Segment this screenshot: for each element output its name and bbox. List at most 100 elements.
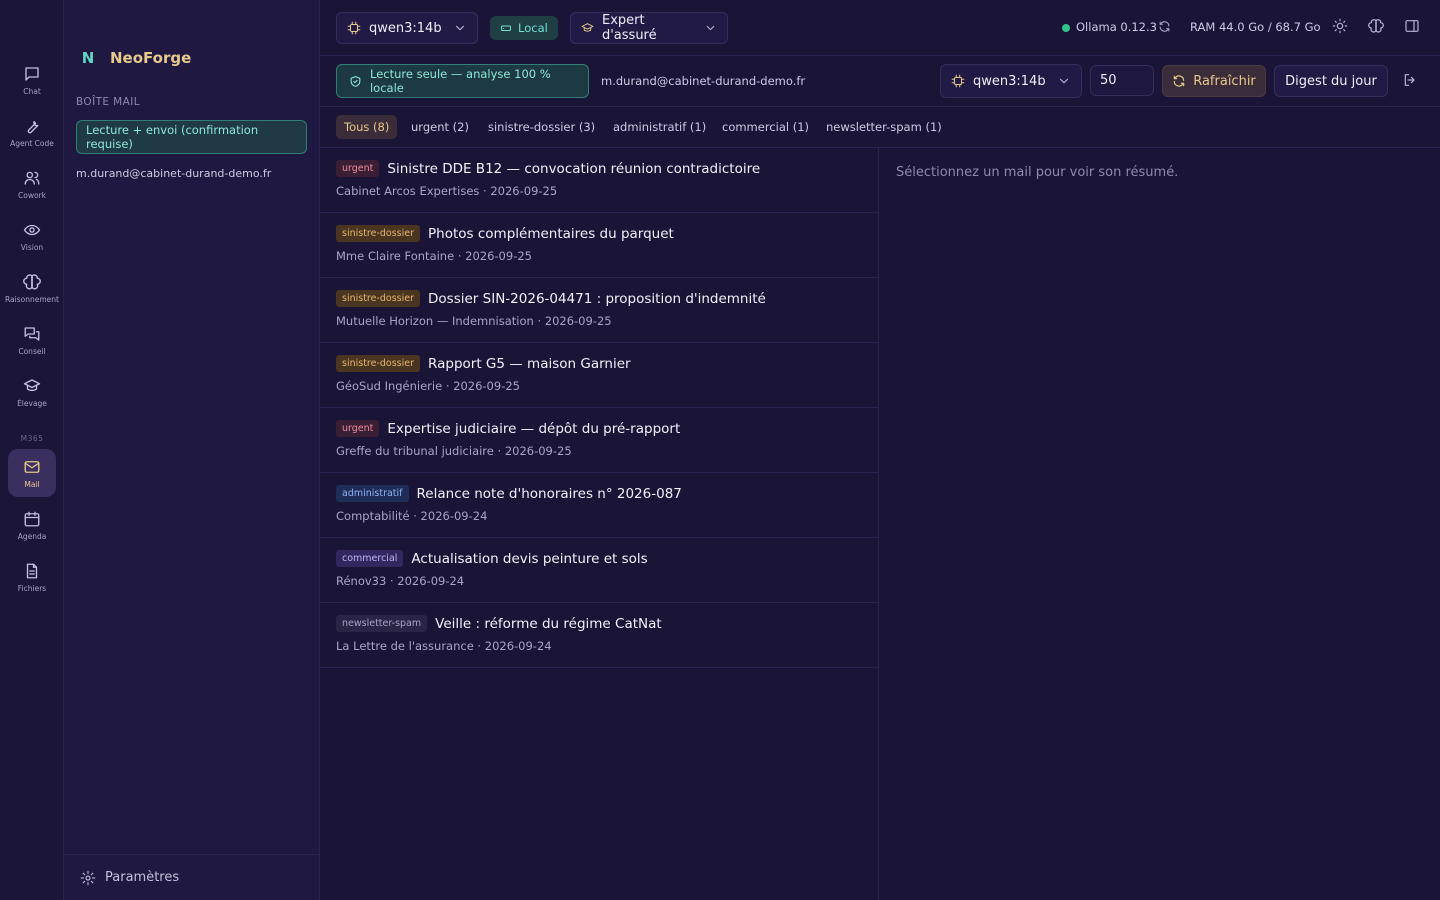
brain-icon: [1368, 19, 1384, 33]
readonly-badge: Lecture seule — analyse 100 % locale: [336, 64, 589, 98]
digest-model-select[interactable]: qwen3:14b: [940, 64, 1082, 98]
filter-tab-commercial[interactable]: commercial (1): [714, 115, 817, 139]
mail-subject: Photos complémentaires du parquet: [428, 225, 674, 242]
rail-item-conseil[interactable]: Conseil: [8, 316, 56, 364]
app-rail: Chat Agent Code Cowork Vision Raisonneme…: [0, 0, 64, 900]
sidebar-account-email[interactable]: m.durand@cabinet-durand-demo.fr: [76, 167, 271, 180]
mail-row[interactable]: commercial Actualisation devis peinture …: [320, 538, 879, 603]
digest-button[interactable]: Digest du jour: [1274, 65, 1388, 97]
mail-count-input[interactable]: [1090, 65, 1154, 96]
mail-icon: [24, 460, 40, 473]
filter-tab-all[interactable]: Tous (8): [336, 115, 398, 139]
mail-row[interactable]: administratif Relance note d'honoraires …: [320, 473, 879, 538]
rail-item-fichiers[interactable]: Fichiers: [8, 553, 56, 601]
mail-row[interactable]: urgent Expertise judiciaire — dépôt du p…: [320, 408, 879, 473]
mail-row[interactable]: sinistre-dossier Rapport G5 — maison Gar…: [320, 343, 879, 408]
graduation-cap-icon: [581, 23, 594, 32]
filter-tabs: Tous (8) urgent (2) sinistre-dossier (3)…: [320, 107, 1440, 148]
sun-icon: [1332, 18, 1348, 34]
mail-preview: Sélectionnez un mail pour voir son résum…: [880, 148, 1440, 900]
rail-item-vision[interactable]: Vision: [8, 212, 56, 260]
ollama-version: Ollama 0.12.3: [1076, 20, 1157, 34]
mail-tag: sinistre-dossier: [336, 290, 421, 307]
mail-tag: urgent: [336, 160, 380, 177]
main-panel: qwen3:14b Local Expert d'assuré Ollama 0…: [320, 0, 1440, 900]
preview-empty-text: Sélectionnez un mail pour voir son résum…: [896, 165, 1179, 180]
rail-item-agent-code[interactable]: Agent Code: [8, 108, 56, 156]
chip-icon: [951, 74, 965, 88]
mail-tag: sinistre-dossier: [336, 355, 421, 372]
logout-icon: [1404, 74, 1415, 86]
mail-tag: newsletter-spam: [336, 615, 428, 632]
mail-row[interactable]: newsletter-spam Veille : réforme du régi…: [320, 603, 879, 668]
filter-tab-urgent[interactable]: urgent (2): [403, 115, 477, 139]
digest-model-value: qwen3:14b: [973, 73, 1046, 89]
mailbox-mode-option[interactable]: Lecture + envoi (confirmation requise): [76, 120, 307, 154]
topbar: qwen3:14b Local Expert d'assuré Ollama 0…: [320, 0, 1440, 56]
mail-subject: Veille : réforme du régime CatNat: [435, 615, 662, 632]
brain-icon: [23, 273, 41, 289]
local-badge: Local: [490, 16, 558, 40]
filter-tab-sinistre-dossier[interactable]: sinistre-dossier (3): [480, 115, 603, 139]
panel-toggle-button[interactable]: [1404, 18, 1424, 38]
mail-row[interactable]: sinistre-dossier Photos complémentaires …: [320, 213, 879, 278]
rail-item-label: Cowork: [18, 190, 46, 200]
rail-item-elevage[interactable]: Élevage: [8, 368, 56, 416]
logout-button[interactable]: [1402, 72, 1418, 88]
mail-list: urgent Sinistre DDE B12 — convocation ré…: [320, 148, 879, 900]
mail-subject: Actualisation devis peinture et sols: [411, 550, 648, 567]
mail-meta: Cabinet Arcos Expertises · 2026-09-25: [336, 184, 558, 198]
model-select[interactable]: qwen3:14b: [336, 12, 478, 44]
mail-meta: GéoSud Ingénierie · 2026-09-25: [336, 379, 520, 393]
rail-item-label: Raisonnement: [5, 294, 59, 304]
mail-subject: Dossier SIN-2026-04471 : proposition d'i…: [428, 290, 766, 307]
brand-logo-icon: N: [81, 49, 95, 67]
persona-select[interactable]: Expert d'assuré: [570, 12, 728, 44]
file-icon: [26, 563, 38, 578]
mail-row[interactable]: urgent Sinistre DDE B12 — convocation ré…: [320, 148, 879, 213]
mail-tag: sinistre-dossier: [336, 225, 421, 242]
mail-tag: commercial: [336, 550, 404, 567]
rail-section-m365: M365: [20, 434, 44, 443]
rail-item-cowork[interactable]: Cowork: [8, 160, 56, 208]
shield-check-icon: [350, 75, 361, 87]
chevron-down-icon: [455, 25, 465, 31]
refresh-status-button[interactable]: [1158, 20, 1171, 33]
ram-usage: RAM 44.0 Go / 68.7 Go: [1190, 20, 1321, 34]
mail-meta: Comptabilité · 2026-09-24: [336, 509, 488, 523]
mail-meta: La Lettre de l'assurance · 2026-09-24: [336, 639, 552, 653]
rail-item-label: Élevage: [17, 398, 47, 408]
status-dot: [1062, 24, 1070, 32]
readonly-badge-label: Lecture seule — analyse 100 % locale: [369, 67, 551, 95]
users-icon: [24, 171, 40, 185]
rail-item-label: Agenda: [17, 531, 47, 541]
refresh-button[interactable]: Rafraîchir: [1162, 65, 1266, 97]
mail-meta: Greffe du tribunal judiciaire · 2026-09-…: [336, 444, 572, 458]
section-title: BOÎTE MAIL: [76, 96, 140, 108]
brain-button[interactable]: [1368, 18, 1388, 38]
graduation-cap-icon: [23, 378, 41, 391]
messages-icon: [24, 326, 40, 341]
settings-button[interactable]: Paramètres: [64, 854, 320, 900]
refresh-icon: [1173, 75, 1185, 87]
panel-right-icon: [1405, 20, 1419, 32]
theme-toggle-button[interactable]: [1332, 18, 1352, 38]
mail-meta: Rénov33 · 2026-09-24: [336, 574, 465, 588]
rail-item-chat[interactable]: Chat: [8, 56, 56, 104]
chip-icon: [347, 21, 361, 35]
mail-row[interactable]: sinistre-dossier Dossier SIN-2026-04471 …: [320, 278, 879, 343]
filter-tab-administratif[interactable]: administratif (1): [605, 115, 714, 139]
rail-item-label: Mail: [24, 479, 40, 489]
filter-tab-newsletter-spam[interactable]: newsletter-spam (1): [818, 115, 950, 139]
rail-item-agenda[interactable]: Agenda: [8, 501, 56, 549]
rail-item-label: Conseil: [18, 346, 46, 356]
mail-sidebar: N NeoForge BOÎTE MAIL Lecture + envoi (c…: [64, 0, 320, 900]
rail-item-label: Chat: [23, 86, 41, 96]
rail-item-mail[interactable]: Mail: [8, 449, 56, 497]
rail-item-raisonnement[interactable]: Raisonnement: [5, 264, 59, 312]
brand: N NeoForge: [78, 48, 192, 68]
model-select-value: qwen3:14b: [369, 20, 442, 36]
refresh-button-label: Rafraîchir: [1193, 73, 1256, 89]
rail-item-label: Fichiers: [17, 583, 47, 593]
mail-tag: urgent: [336, 420, 380, 437]
